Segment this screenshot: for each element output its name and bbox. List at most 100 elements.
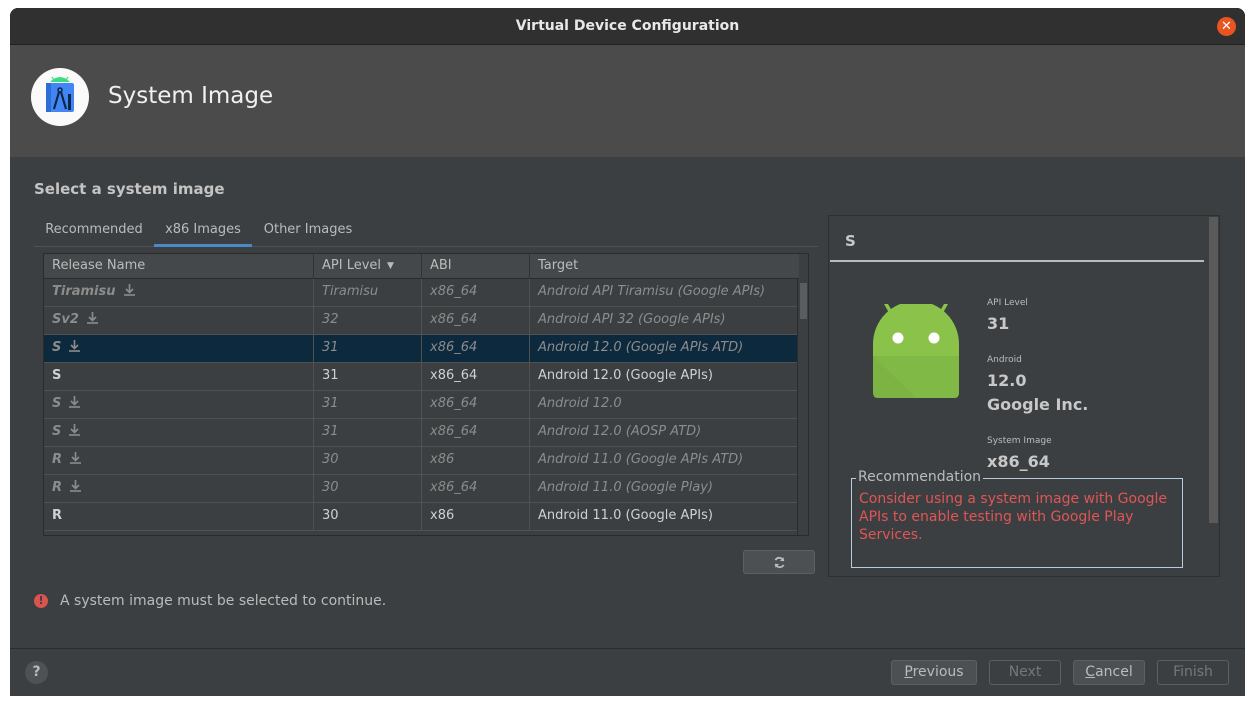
column-release-name[interactable]: Release Name [44,254,314,279]
window-title: Virtual Device Configuration [515,18,740,34]
api-level-cell-text: Tiramisu [322,284,379,299]
target-cell-text: Android API Tiramisu (Google APIs) [538,284,766,299]
android-label: Android [987,355,1022,365]
table-row[interactable]: R 30 x86 Android 11.0 (Google APIs ATD) [44,447,799,475]
table-scrollbar[interactable] [797,279,808,535]
target-cell: Android 12.0 [530,391,799,419]
release-name-cell-text: R [52,508,63,523]
api-level-cell-text: 31 [322,340,339,355]
column-api-level[interactable]: API Level ▼ [314,254,422,279]
column-label: ABI [430,258,452,273]
target-cell: Android 11.0 (Google APIs ATD) [530,447,799,475]
close-button[interactable]: ✕ [1217,17,1236,36]
target-cell-text: Android 11.0 (Google APIs ATD) [538,452,744,467]
table-row[interactable]: S 31 x86_64 Android 12.0 (AOSP ATD) [44,419,799,447]
target-cell: Android 11.0 (Google Play) [530,475,799,503]
target-cell: Android 12.0 (AOSP ATD) [530,419,799,447]
release-name-cell-text: Tiramisu [52,284,116,299]
tab-recommended[interactable]: Recommended [44,215,144,247]
table-header: Release Name API Level ▼ ABI Target [44,254,799,279]
finish-button[interactable]: Finish [1157,660,1229,685]
api-level-cell: 31 [314,335,422,363]
column-label: Release Name [52,258,146,273]
error-text: A system image must be selected to conti… [60,593,387,609]
download-icon[interactable] [123,284,135,296]
button-label: Next [1008,664,1042,680]
release-name-cell: Sv2 [44,307,314,335]
scrollbar-thumb[interactable] [800,283,807,319]
abi-cell-text: x86_64 [430,284,478,299]
help-icon: ? [32,664,41,680]
tab-other-images[interactable]: Other Images [262,215,354,247]
abi-cell-text: x86_64 [430,340,478,355]
release-name-cell: R [44,475,314,503]
abi-cell: x86_64 [422,475,530,503]
close-icon: ✕ [1221,19,1232,34]
download-icon[interactable] [69,340,81,352]
release-name-cell-text: Sv2 [52,312,79,327]
system-image-label: System Image [987,436,1052,446]
abi-cell-text: x86_64 [430,480,478,495]
refresh-icon [774,556,784,568]
release-name-cell: S [44,335,314,363]
previous-button[interactable]: Previous [891,660,977,685]
download-icon[interactable] [70,452,82,464]
tab-x86-images[interactable]: x86 Images [154,215,252,247]
download-icon[interactable] [86,312,98,324]
table-row[interactable]: S 31 x86_64 Android 12.0 [44,391,799,419]
help-button[interactable]: ? [25,661,48,684]
page-heading: System Image [108,83,274,109]
system-image-table: Release Name API Level ▼ ABI Target Tiram… [43,253,809,536]
api-level-cell: Tiramisu [314,279,422,307]
abi-cell: x86_64 [422,363,530,391]
table-row[interactable]: Sv2 32 x86_64 Android API 32 (Google APIs) [44,307,799,335]
image-detail-panel: S API Level 31 Android 12.0 Google Inc. … [828,215,1220,577]
api-level-cell-text: 31 [322,368,339,383]
abi-cell-text: x86_64 [430,368,478,383]
target-cell: Android API 32 (Google APIs) [530,307,799,335]
target-cell-text: Android 12.0 (Google APIs) [538,368,713,383]
table-row[interactable]: S 31 x86_64 Android 12.0 (Google APIs) [44,363,799,391]
release-name-cell-text: S [52,396,62,411]
next-button[interactable]: Next [989,660,1061,685]
target-cell-text: Android 12.0 [538,396,622,411]
target-cell: Android 12.0 (Google APIs) [530,363,799,391]
tab-label: Other Images [263,222,353,237]
title-bar: Virtual Device Configuration ✕ [10,8,1245,45]
api-level-label: API Level [987,298,1028,308]
vendor-value: Google Inc. [987,395,1089,414]
tab-label: x86 Images [165,222,241,237]
api-level-cell-text: 32 [322,312,339,327]
column-label: API Level [322,258,382,273]
release-name-cell: S [44,391,314,419]
release-name-cell-text: S [52,368,62,383]
table-row[interactable]: S 31 x86_64 Android 12.0 (Google APIs ATD) [44,335,799,363]
column-target[interactable]: Target [530,254,799,279]
table-row[interactable]: Tiramisu Tiramisu x86_64 Android API Tirami… [44,279,799,307]
target-cell-text: Android API 32 (Google APIs) [538,312,726,327]
column-abi[interactable]: ABI [422,254,530,279]
section-title: Select a system image [34,180,225,198]
api-level-cell-text: 30 [322,508,339,523]
recommendation-box: Recommendation Consider using a system i… [851,469,1183,568]
download-icon[interactable] [70,480,82,492]
target-cell-text: Android 12.0 (AOSP ATD) [538,424,702,439]
table-row[interactable]: R 30 x86_64 Android 11.0 (Google Play) [44,475,799,503]
wizard-footer: ? Previous Next Cancel Finish [10,648,1245,696]
recommendation-label: Recommendation [856,469,984,485]
cancel-button[interactable]: Cancel [1073,660,1145,685]
table-row[interactable]: R 30 x86 Android 11.0 (Google APIs) [44,503,799,531]
refresh-button[interactable] [743,550,815,574]
abi-cell-text: x86 [430,508,455,523]
api-level-cell-text: 30 [322,452,339,467]
button-label: ancel [1095,664,1133,680]
validation-message: ! A system image must be selected to con… [34,593,386,609]
api-level-cell: 32 [314,307,422,335]
mnemonic: P [904,664,913,680]
detail-scrollbar[interactable] [1209,217,1218,523]
abi-cell: x86 [422,447,530,475]
download-icon[interactable] [69,396,81,408]
download-icon[interactable] [69,424,81,436]
detail-separator [830,260,1204,262]
abi-cell: x86_64 [422,307,530,335]
